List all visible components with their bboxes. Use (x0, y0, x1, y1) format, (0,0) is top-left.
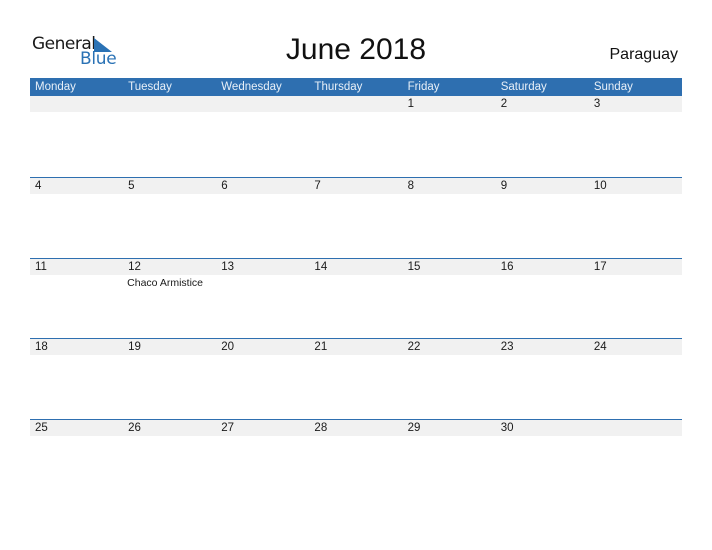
day-number: 29 (407, 421, 421, 434)
events-row (30, 355, 682, 357)
day-number: 7 (314, 180, 321, 192)
calendar-title: June 2018 (285, 33, 427, 66)
day-number: 13 (221, 260, 235, 273)
holiday-label (496, 355, 589, 357)
holiday-label (309, 112, 402, 114)
date-band: 4 5 6 7 8 9 10 (30, 178, 682, 194)
holiday-label (216, 194, 309, 196)
weekday-friday: Friday (407, 81, 440, 93)
events-row (30, 194, 682, 196)
day-number: 1 (407, 98, 414, 110)
day-number: 19 (128, 341, 141, 353)
holiday-label (403, 436, 496, 438)
day-number: 17 (593, 260, 607, 273)
weekday-thursday: Thursday (314, 81, 363, 93)
day-number: 10 (593, 180, 607, 192)
holiday-label (309, 436, 402, 438)
holiday-label (403, 112, 496, 114)
holiday-label (123, 355, 216, 357)
day-number: 15 (407, 260, 421, 273)
day-number: 30 (500, 421, 514, 434)
week-row: 11 12 13 14 15 16 17 Chaco Armistice (30, 257, 682, 339)
day-number: 5 (128, 180, 135, 192)
holiday-label: Chaco Armistice (127, 276, 203, 289)
weekday-sunday: Sunday (593, 81, 633, 93)
date-band: 18 19 20 21 22 23 24 (30, 339, 682, 355)
holiday-label (496, 436, 589, 438)
events-row: Chaco Armistice (30, 275, 682, 289)
day-number: 3 (593, 98, 601, 110)
day-number: 25 (35, 421, 48, 434)
holiday-label (216, 112, 309, 114)
holiday-label (216, 355, 309, 357)
day-number: 16 (500, 260, 514, 273)
day-number: 2 (500, 98, 508, 110)
holiday-label (496, 112, 589, 114)
day-number: 28 (314, 421, 328, 434)
day-number: 22 (407, 341, 421, 353)
holiday-label (309, 355, 402, 357)
day-number: 20 (221, 341, 235, 353)
day-number: 8 (407, 180, 414, 192)
day-number: 4 (35, 180, 42, 192)
week-row: 18 19 20 21 22 23 24 (30, 338, 682, 419)
holiday-label (403, 275, 496, 289)
calendar-grid: Monday Tuesday Wednesday Thursday Friday… (30, 78, 682, 499)
day-number: 11 (35, 260, 47, 273)
week-row: 1 2 3 (30, 96, 682, 177)
holiday-label (30, 112, 123, 114)
weekday-monday: Monday (35, 81, 76, 93)
events-row (30, 436, 682, 438)
holiday-label (30, 436, 123, 438)
holiday-label (216, 436, 309, 438)
day-number: 18 (35, 341, 48, 353)
date-band: 25 26 27 28 29 30 (30, 419, 682, 436)
holiday-label (30, 275, 123, 289)
holiday-label (123, 194, 216, 196)
holiday-label (30, 355, 123, 357)
holiday-label (123, 112, 216, 114)
day-number (589, 420, 682, 436)
holiday-label (589, 436, 682, 438)
holiday-label (589, 275, 682, 289)
day-number: 21 (314, 341, 328, 353)
weekday-wednesday: Wednesday (221, 81, 282, 93)
date-band: 11 12 13 14 15 16 17 (30, 258, 682, 275)
holiday-label (309, 275, 402, 289)
day-number: 26 (128, 421, 141, 434)
day-number (30, 96, 123, 112)
holiday-label (496, 194, 589, 196)
holiday-label (403, 355, 496, 357)
holiday-label (589, 112, 682, 114)
date-band: 1 2 3 (30, 96, 682, 112)
weekday-tuesday: Tuesday (128, 81, 172, 93)
day-number: 9 (500, 180, 508, 192)
day-number: 6 (221, 180, 228, 192)
day-number: 14 (314, 260, 328, 273)
holiday-label (403, 194, 496, 196)
holiday-label (30, 194, 123, 196)
day-number: 24 (593, 341, 607, 353)
holiday-label (309, 194, 402, 196)
weekday-header: Monday Tuesday Wednesday Thursday Friday… (30, 78, 682, 96)
holiday-label (589, 194, 682, 196)
day-number: 23 (500, 341, 514, 353)
week-row: 25 26 27 28 29 30 (30, 418, 682, 500)
day-number (216, 96, 309, 112)
holiday-label (496, 275, 589, 289)
events-row (30, 112, 682, 114)
holiday-label (216, 275, 309, 289)
day-number: 12 (128, 260, 141, 273)
holiday-label (123, 436, 216, 438)
day-number: 27 (221, 421, 235, 434)
weekday-saturday: Saturday (500, 81, 547, 93)
country-label: Paraguay (609, 46, 679, 63)
holiday-label (589, 355, 682, 357)
day-number (123, 96, 216, 112)
week-row: 4 5 6 7 8 9 10 (30, 177, 682, 258)
day-number (309, 96, 402, 112)
